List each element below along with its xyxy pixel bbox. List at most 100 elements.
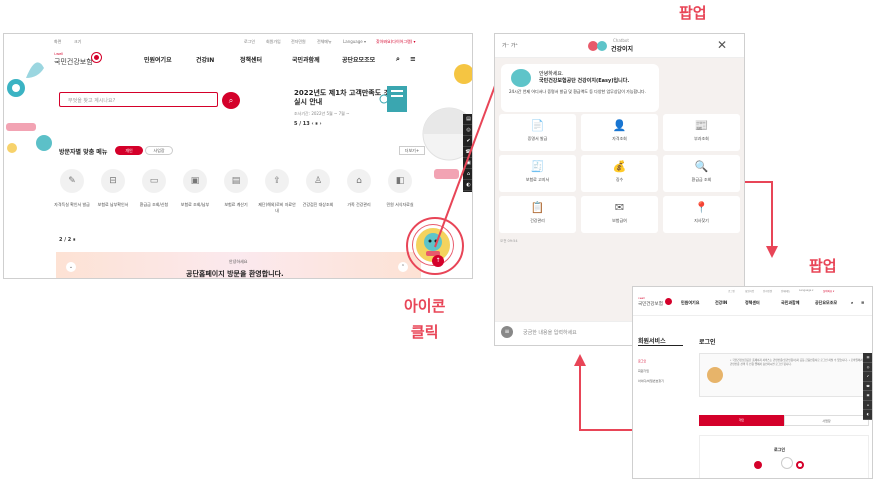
- topbar-item[interactable]: 로그인: [728, 289, 735, 293]
- tab-business[interactable]: 사업장: [145, 146, 173, 155]
- topbar-item[interactable]: 전자민원: [291, 39, 306, 45]
- gnb-item[interactable]: 민원여기요: [144, 55, 172, 64]
- service-pager[interactable]: 2 / 2 ⏸: [59, 237, 76, 243]
- chatbot-icon[interactable]: [754, 461, 762, 469]
- scroll-top-button[interactable]: ↑: [432, 255, 444, 267]
- more-button[interactable]: 더보기+: [399, 146, 425, 155]
- topbar-item[interactable]: 회원가입: [745, 289, 754, 293]
- service-icon: ♙: [306, 169, 330, 193]
- tile-label: 증명서 발급: [527, 136, 548, 141]
- service-item[interactable]: ▤ 보험료 계산기: [216, 169, 256, 208]
- top-utility-bar: 화면 크기 로그인 회원가입 전자민원 전체메뉴 Language ▾ 찾아봐요…: [4, 34, 472, 48]
- service-item[interactable]: ◧ 민원 서식자료실: [380, 169, 420, 208]
- service-icon: ⌂: [347, 169, 371, 193]
- chat-input[interactable]: 궁금한 내용을 입력하세요: [523, 329, 577, 336]
- chat-menu-tile[interactable]: 🔍 환급금 조회: [663, 155, 740, 192]
- quick-menu-rail: ▤ ◎ ✔ ☎ ▣ ⌂ ◐: [863, 353, 872, 420]
- chat-menu-tile[interactable]: 💰 징수: [581, 155, 658, 192]
- tab-individual[interactable]: 개인: [115, 146, 143, 155]
- logo-text: 국민건강보험: [54, 58, 93, 66]
- quick-menu-icon[interactable]: ◐: [863, 410, 872, 420]
- gnb-item[interactable]: 정책센터: [745, 300, 760, 306]
- chevron-up-icon[interactable]: ⌃: [398, 262, 408, 272]
- chat-menu-tile[interactable]: 📰 부과조회: [663, 114, 740, 151]
- gnb-item[interactable]: 국민과함께: [292, 55, 320, 64]
- tile-label: 부과조회: [694, 136, 709, 141]
- greeting-desc: 24시간 언제 어디서나 증명서 발급 및 환급액도 등 다양한 업무상담이 가…: [509, 89, 646, 94]
- aside-item[interactable]: 로그인: [638, 359, 646, 363]
- quick-menu-icon[interactable]: ✔: [863, 372, 872, 382]
- chat-menu-tile[interactable]: 👤 자격조회: [581, 114, 658, 151]
- gnb-item[interactable]: 국민과함께: [781, 300, 799, 306]
- search-icon[interactable]: ⌕: [396, 55, 400, 64]
- gnb-item[interactable]: 건강IN: [196, 55, 214, 64]
- tile-icon: 📰: [694, 119, 709, 132]
- logo-tagline: i-well: [638, 297, 645, 300]
- chat-menu-tile[interactable]: 📄 증명서 발급: [499, 114, 576, 151]
- gnb-item[interactable]: 공단요모조모: [342, 55, 375, 64]
- topbar-item[interactable]: 회원가입: [266, 39, 281, 45]
- topbar-item[interactable]: 전자민원: [763, 289, 772, 293]
- quick-menu-icon[interactable]: ⌂: [863, 401, 872, 410]
- topbar-item[interactable]: 로그인: [244, 39, 255, 45]
- menu-icon[interactable]: ≡: [861, 300, 864, 305]
- service-icon: ◧: [388, 169, 412, 193]
- gnb-item[interactable]: 공단요모조모: [815, 300, 837, 306]
- target-icon[interactable]: [796, 461, 804, 469]
- topbar-item[interactable]: 찾아봐요(다이어그램) ▾: [376, 39, 416, 45]
- topbar-item[interactable]: 화면: [54, 39, 61, 45]
- close-icon[interactable]: ✕: [717, 38, 727, 52]
- service-item[interactable]: ▣ 보험료 조회/납부: [175, 169, 215, 208]
- mascot-avatar: [511, 69, 531, 87]
- topbar-item[interactable]: 전체메뉴: [781, 289, 790, 293]
- topbar-item[interactable]: Language ▾: [799, 289, 813, 292]
- aside-item[interactable]: 회원가입: [638, 369, 649, 373]
- service-item[interactable]: ⇪ 제단(해외)로비 자료안내: [257, 169, 297, 214]
- gnb-item[interactable]: 정책센터: [240, 55, 262, 64]
- login-page-screenshot: 로그인 회원가입 전자민원 전체메뉴 Language ▾ 찾아봐요 ▾ i-w…: [632, 286, 873, 479]
- chat-menu-tile[interactable]: 📍 지사찾기: [663, 196, 740, 233]
- service-icon: ▭: [142, 169, 166, 193]
- gnb-item[interactable]: 건강IN: [715, 300, 727, 306]
- quick-menu-icon[interactable]: ▣: [863, 391, 872, 401]
- site-logo[interactable]: i-well 국민건강보험: [638, 297, 678, 309]
- service-item[interactable]: ⌂ 가족 건강관리: [339, 169, 379, 208]
- text-size-toggle[interactable]: 가⁻ 가⁺: [502, 42, 518, 49]
- service-item[interactable]: ▭ 환급금 조회/신청: [134, 169, 174, 208]
- search-button[interactable]: ⌕: [222, 92, 240, 109]
- chevron-down-icon[interactable]: ⌄: [66, 262, 76, 272]
- chat-menu-tile[interactable]: 📋 건강관리: [499, 196, 576, 233]
- gnb-item[interactable]: 민원여기요: [681, 300, 699, 306]
- service-icon: ⊟: [101, 169, 125, 193]
- chat-menu-tile[interactable]: 🧾 보험료 고지서: [499, 155, 576, 192]
- service-item[interactable]: ✎ 자격득실 확인서 발급: [52, 169, 92, 208]
- topbar-item[interactable]: 전체메뉴: [317, 39, 332, 45]
- aside-item[interactable]: 아이디/비밀번호찾기: [638, 379, 664, 383]
- tile-label: 자격조회: [612, 136, 627, 141]
- message-time: 오전 09:54: [500, 239, 518, 243]
- topbar-item[interactable]: Language ▾: [343, 39, 366, 44]
- quick-menu-icon[interactable]: ▤: [863, 353, 872, 363]
- logo-mark-icon: [665, 298, 672, 305]
- site-logo[interactable]: i-well 국민건강보험: [54, 51, 114, 67]
- search-icon[interactable]: ⌕: [851, 300, 853, 305]
- quick-menu-icon[interactable]: ◎: [863, 363, 872, 372]
- service-item[interactable]: ⊟ 보험료 납부확인서: [93, 169, 133, 208]
- tab-individual[interactable]: 개인: [699, 415, 784, 426]
- banner-pager[interactable]: 5 / 13 ‹ ⏸ ›: [294, 121, 322, 127]
- search-input[interactable]: 무엇을 찾고 계시나요?: [59, 92, 218, 107]
- login-notice: • 국민건강보험공단 홈페이지 서비스는 간편인증(민간인증서)과 공동·금융인…: [699, 353, 869, 397]
- tile-label: 건강관리: [530, 218, 545, 223]
- chat-menu-tile[interactable]: ✉ 보험급여: [581, 196, 658, 233]
- camera-icon[interactable]: [781, 457, 793, 469]
- chatbot-mascot-icon: [588, 41, 607, 51]
- topbar-item[interactable]: 크기: [74, 39, 81, 45]
- tile-icon: 📋: [530, 201, 545, 214]
- tab-business[interactable]: 사업장: [784, 415, 869, 426]
- service-item[interactable]: ♙ 건강검진 대상조회: [298, 169, 338, 208]
- topbar-item[interactable]: 찾아봐요 ▾: [823, 289, 834, 293]
- quick-menu-icon[interactable]: ☎: [863, 382, 872, 391]
- logo-text: 국민건강보험: [638, 302, 663, 307]
- menu-icon[interactable]: ≡: [501, 326, 513, 338]
- logo-mark-icon: [92, 53, 101, 62]
